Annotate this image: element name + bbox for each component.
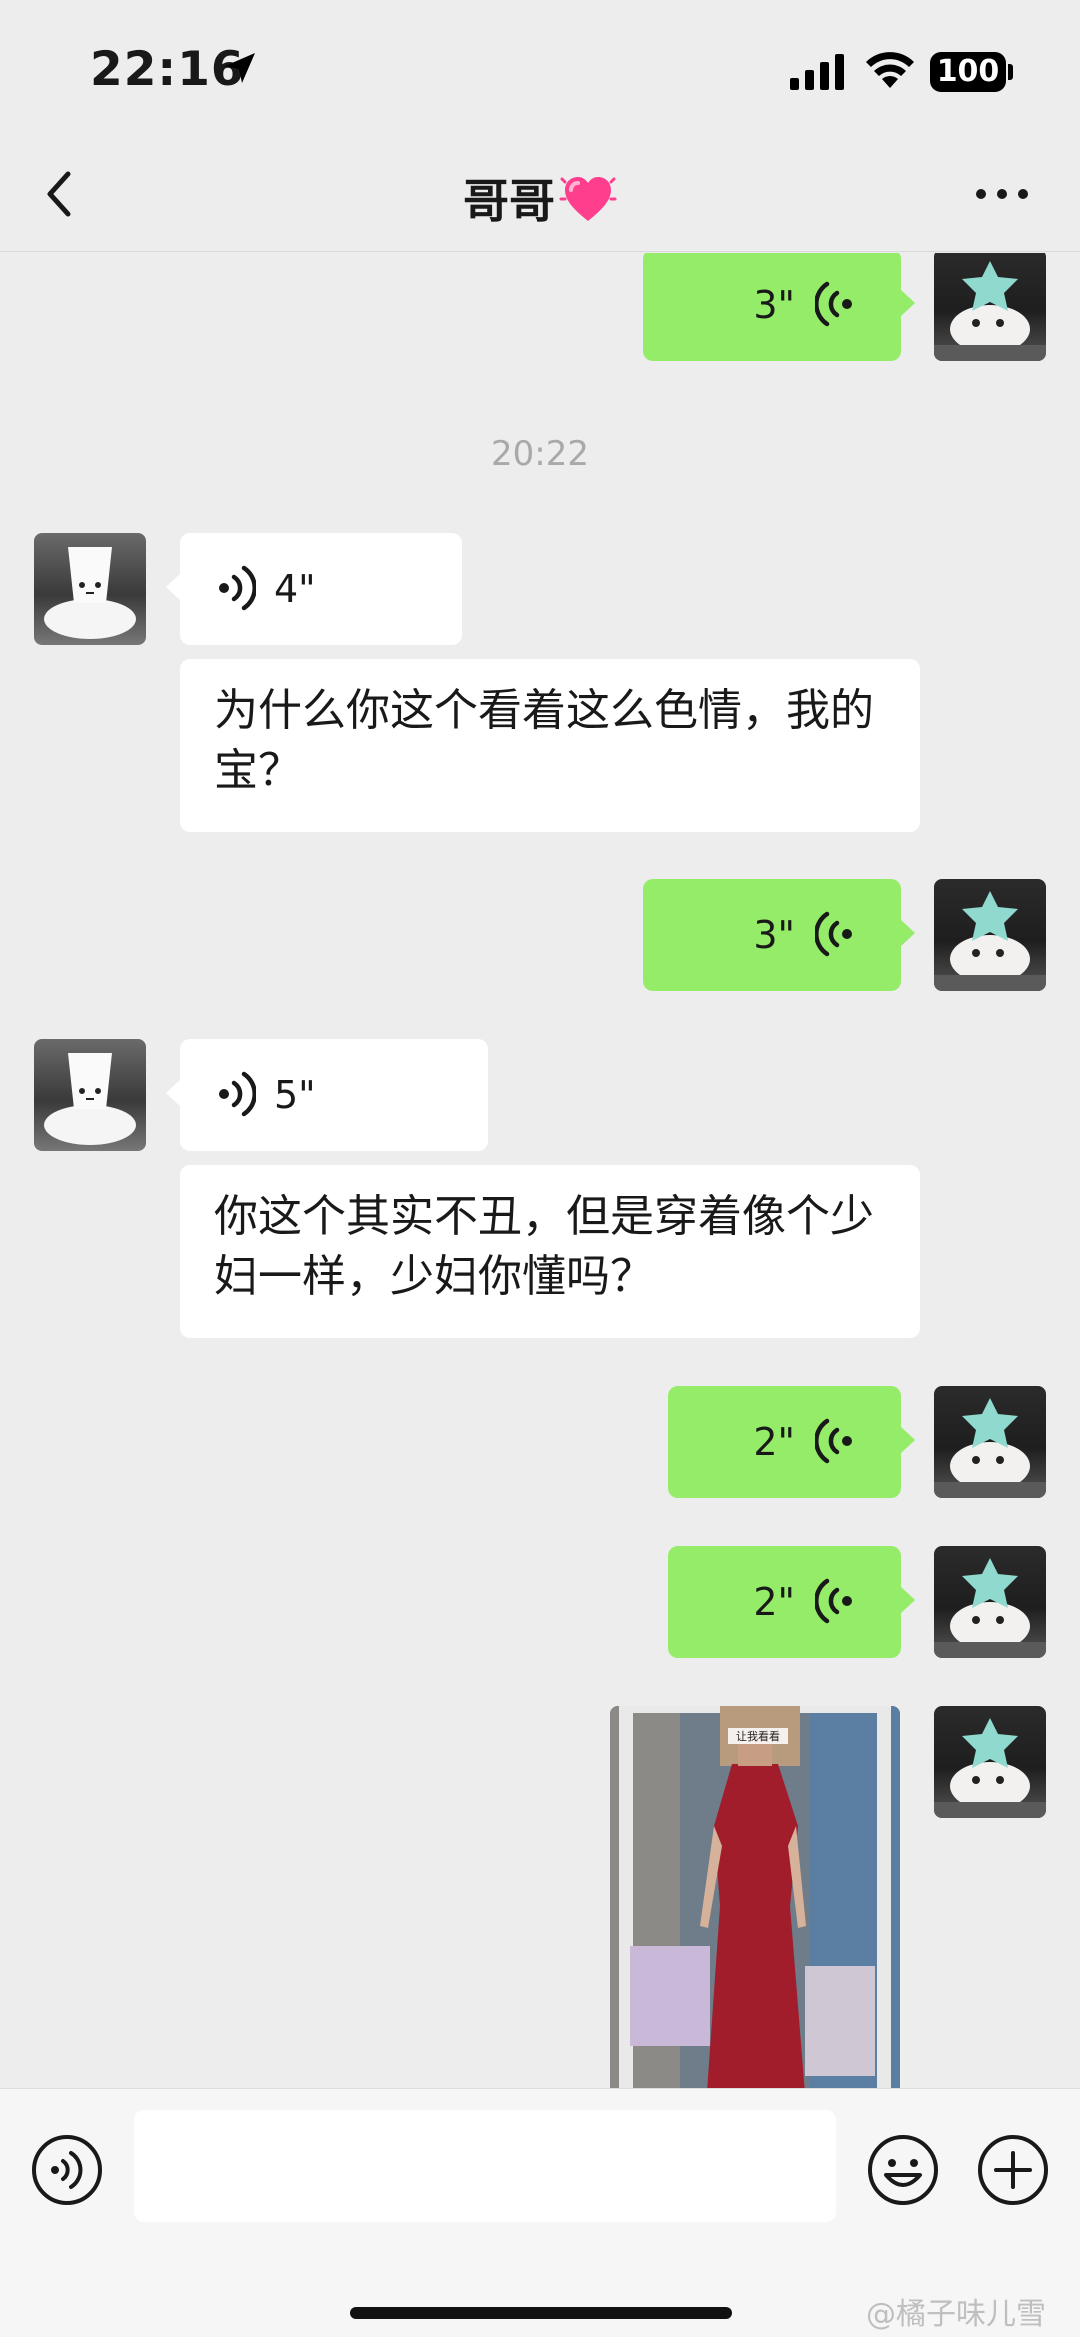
- contact-name: 哥哥: [463, 174, 555, 228]
- incoming-voice-message[interactable]: 5": [166, 1039, 488, 1151]
- outgoing-voice-message[interactable]: 2": [668, 1386, 915, 1498]
- white-puppy-star-hat-icon: [934, 891, 1046, 991]
- weibo-watermark: @橘子味儿雪: [866, 2297, 1046, 2332]
- sparkling-heart-icon: [559, 177, 617, 221]
- voice-duration: 4": [274, 567, 316, 611]
- my-avatar[interactable]: [934, 253, 1046, 361]
- plus-icon[interactable]: [976, 2133, 1050, 2207]
- voice-wave-icon: [815, 911, 852, 957]
- chat-title: 哥哥: [0, 165, 1080, 231]
- outgoing-voice-message[interactable]: 3": [643, 253, 915, 361]
- bubble-tail: [900, 1586, 915, 1614]
- voice-wave-icon: [219, 1071, 256, 1117]
- location-arrow-icon: [225, 53, 255, 83]
- voice-duration: 2": [753, 1420, 795, 1464]
- voice-input-toggle-icon[interactable]: [30, 2133, 104, 2207]
- my-avatar[interactable]: [934, 1386, 1046, 1498]
- puppy-cup-hat-icon: [44, 1053, 136, 1145]
- incoming-voice-message[interactable]: 4": [166, 533, 462, 645]
- voice-duration: 2": [753, 1580, 795, 1624]
- battery-tip: [1008, 64, 1013, 80]
- message-text: 为什么你这个看着这么色情，我的宝？: [214, 685, 874, 796]
- status-bar: 22:16 100: [0, 0, 1080, 140]
- contact-avatar[interactable]: [34, 533, 146, 645]
- mirror-selfie-photo: 让我看看: [610, 1706, 900, 2088]
- input-bar: @橘子味儿雪: [0, 2088, 1080, 2337]
- message-text: 你这个其实不丑，但是穿着像个少妇一样，少妇你懂吗？: [214, 1191, 874, 1302]
- incoming-text-message[interactable]: 为什么你这个看着这么色情，我的宝？: [180, 659, 920, 832]
- home-indicator[interactable]: [350, 2307, 732, 2319]
- puppy-cup-hat-icon: [44, 547, 136, 639]
- cellular-signal-icon: [790, 54, 844, 90]
- white-puppy-star-hat-icon: [934, 261, 1046, 361]
- white-puppy-star-hat-icon: [934, 1398, 1046, 1498]
- outgoing-image-message[interactable]: 让我看看: [610, 1706, 900, 2088]
- my-avatar[interactable]: [934, 879, 1046, 991]
- my-avatar[interactable]: [934, 1706, 1046, 1818]
- my-avatar[interactable]: [934, 1546, 1046, 1658]
- voice-wave-icon: [815, 281, 852, 327]
- bubble-tail: [166, 573, 181, 601]
- emoji-icon[interactable]: [866, 2133, 940, 2207]
- wifi-icon: [866, 52, 914, 88]
- voice-wave-icon: [219, 565, 256, 611]
- nav-bar: 哥哥: [0, 140, 1080, 252]
- bubble-tail: [900, 289, 915, 317]
- message-input[interactable]: [134, 2110, 836, 2222]
- contact-avatar[interactable]: [34, 1039, 146, 1151]
- more-options-icon[interactable]: [974, 186, 1030, 202]
- white-puppy-star-hat-icon: [934, 1718, 1046, 1818]
- white-puppy-star-hat-icon: [934, 1558, 1046, 1658]
- voice-duration: 3": [753, 913, 795, 957]
- chat-messages[interactable]: 3" 20:22 4" 为什么你这个看着这么色情，我的宝？ 3" 5" 你这个其: [0, 253, 1080, 2088]
- bubble-tail: [900, 1426, 915, 1454]
- battery-indicator: 100: [930, 52, 1006, 92]
- voice-duration: 5": [274, 1073, 316, 1117]
- voice-wave-icon: [815, 1418, 852, 1464]
- voice-wave-icon: [815, 1578, 852, 1624]
- voice-duration: 3": [753, 283, 795, 327]
- bubble-tail: [900, 919, 915, 947]
- outgoing-voice-message[interactable]: 3": [643, 879, 915, 991]
- chat-timestamp: 20:22: [491, 434, 589, 474]
- photo-caption-sticker: 让我看看: [736, 1729, 780, 1743]
- outgoing-voice-message[interactable]: 2": [668, 1546, 915, 1658]
- bubble-tail: [166, 1079, 181, 1107]
- incoming-text-message[interactable]: 你这个其实不丑，但是穿着像个少妇一样，少妇你懂吗？: [180, 1165, 920, 1338]
